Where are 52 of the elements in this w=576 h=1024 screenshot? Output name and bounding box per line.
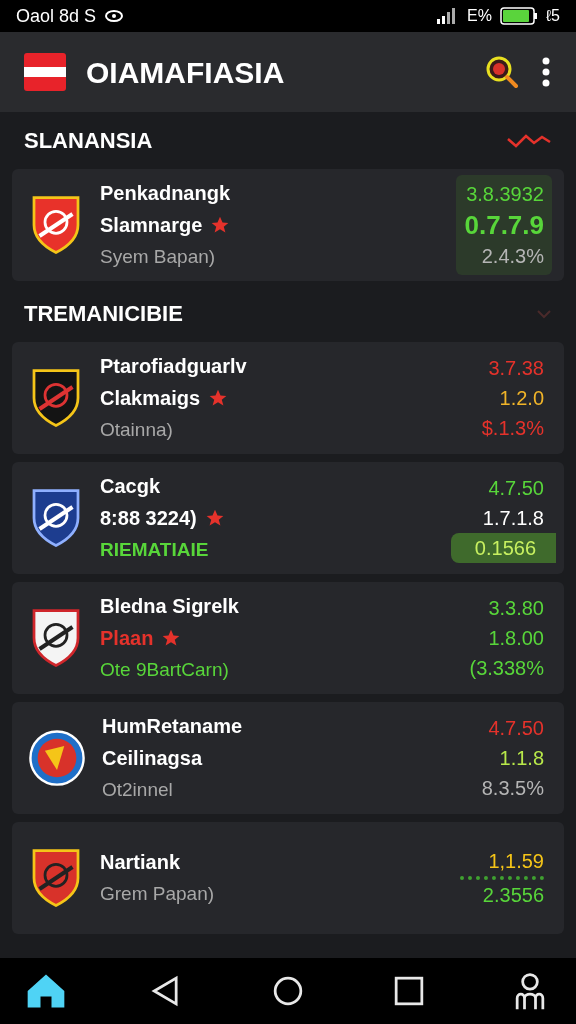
team-name: Ptarofiadguarlv bbox=[100, 354, 248, 379]
match-card[interactable]: Ptarofiadguarlv Clakmaigs Otainna) 3.7.38 1.2.0 $.1.3% bbox=[12, 342, 564, 454]
team-name: Nartiank bbox=[100, 850, 182, 875]
match-card[interactable]: HumRetaname Ceilinagsa Ot2innel 4.7.50 1.1.8 8.3.5% bbox=[12, 702, 564, 814]
odds-value: (3.338% bbox=[469, 656, 544, 681]
odds-value: 8.3.5% bbox=[481, 776, 544, 801]
team-name: Bledna Sigrelk bbox=[100, 594, 240, 619]
match-card[interactable]: Penkadnangk Slamnarge Syem Bapan) 3.8.3932 0.7.7.9 2.4.3% bbox=[12, 169, 564, 281]
team-subtitle: Ceilinagsa bbox=[102, 746, 203, 771]
section-title: SLANANSIA bbox=[24, 127, 153, 155]
odds-value: 0.7.7.9 bbox=[464, 209, 544, 241]
search-icon[interactable] bbox=[484, 54, 520, 90]
match-card[interactable]: Nartiank Grem Papan) 1,1.59 2.3556 bbox=[12, 822, 564, 934]
odds-value: 1.8.00 bbox=[488, 626, 544, 651]
match-note: Syem Bapan) bbox=[100, 245, 217, 269]
odds-value: 4.7.50 bbox=[488, 476, 544, 501]
status-text: ℓ5 bbox=[545, 6, 560, 26]
odds-value: 2.4.3% bbox=[481, 244, 544, 269]
odds-value: 1.2.0 bbox=[499, 386, 544, 411]
team-subtitle: Slamnarge bbox=[100, 213, 203, 238]
team-name: Penkadnangk bbox=[100, 181, 232, 206]
odds-value: 1.1.8 bbox=[499, 746, 544, 771]
odds-value: 3.3.80 bbox=[488, 596, 544, 621]
match-note: Ot2innel bbox=[102, 778, 174, 802]
odds-value: 3.8.3932 bbox=[466, 182, 544, 207]
flag-icon bbox=[24, 53, 66, 91]
battery-percent: E% bbox=[467, 6, 492, 26]
match-note: Ote 9BartCarn) bbox=[100, 658, 230, 682]
status-time: Oaol 8d S bbox=[16, 4, 97, 28]
team-subtitle: Clakmaigs bbox=[100, 386, 201, 411]
match-note: Otainna) bbox=[100, 418, 174, 442]
eye-icon bbox=[104, 8, 125, 24]
match-note: RIEMATIAIE bbox=[100, 538, 210, 562]
menu-icon[interactable] bbox=[540, 56, 552, 88]
odds-value: 1.7.1.8 bbox=[482, 506, 544, 531]
team-name: HumRetaname bbox=[102, 714, 244, 739]
trend-icon bbox=[506, 132, 552, 149]
app-title: OIAMAFIASIA bbox=[86, 54, 286, 91]
odds-value: 3.7.38 bbox=[488, 356, 544, 381]
odds-value: 2.3556 bbox=[482, 883, 544, 908]
match-note: Grem Papan) bbox=[100, 882, 216, 906]
match-card[interactable]: Cacgk 8:88 3224) RIEMATIAIE 4.7.50 1.7.1.8 0.1566 bbox=[12, 462, 564, 574]
odds-value: $.1.3% bbox=[481, 416, 544, 441]
section-title: TREMANICIBIE bbox=[24, 300, 183, 328]
odds-value: 0.1566 bbox=[474, 537, 536, 559]
battery-icon bbox=[499, 7, 538, 25]
team-name: Cacgk bbox=[100, 474, 162, 499]
match-card[interactable]: Bledna Sigrelk Plaan Ote 9BartCarn) 3.3.80 1.8.00 (3.338% bbox=[12, 582, 564, 694]
odds-value: 1,1.59 bbox=[488, 849, 544, 874]
team-subtitle: Plaan bbox=[100, 626, 154, 651]
team-subtitle: 8:88 3224) bbox=[100, 506, 197, 531]
odds-value: 4.7.50 bbox=[488, 716, 544, 741]
